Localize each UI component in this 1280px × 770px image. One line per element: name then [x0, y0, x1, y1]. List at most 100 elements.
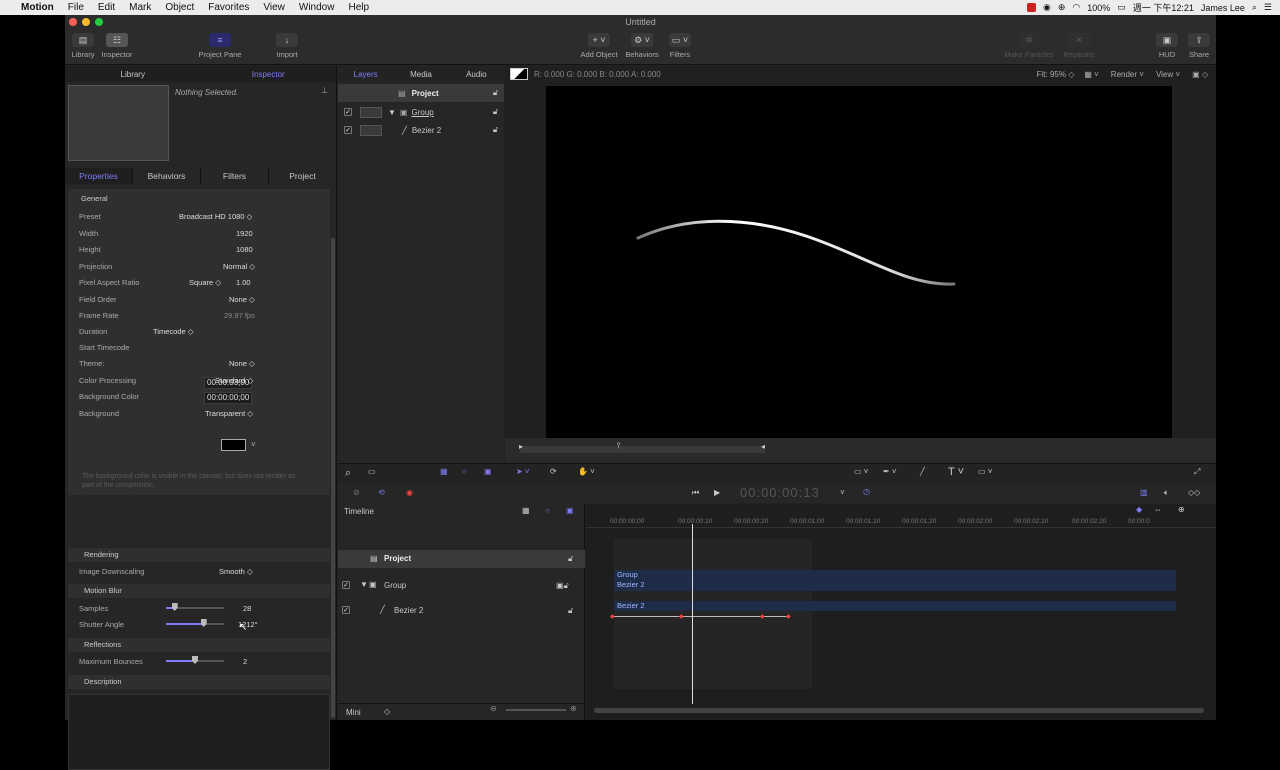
- menu-mark[interactable]: Mark: [122, 2, 158, 13]
- theme-popup[interactable]: None ◇: [229, 359, 255, 368]
- menu-view[interactable]: View: [256, 2, 292, 13]
- bezier-lock-icon[interactable]: 🔓︎: [568, 606, 573, 616]
- tab-media[interactable]: Media: [393, 70, 448, 79]
- zoom-out-icon[interactable]: ⊖: [490, 704, 497, 713]
- menu-file[interactable]: File: [61, 2, 91, 13]
- zoom-in-icon[interactable]: ⊕: [570, 704, 577, 713]
- timecode-display[interactable]: 00:00:00:13: [740, 485, 820, 500]
- search-icon[interactable]: ⌕: [345, 467, 351, 480]
- timeline-scrollbar[interactable]: [594, 708, 1204, 713]
- bezier-curve-shape[interactable]: [546, 86, 1172, 438]
- group-enable-checkbox[interactable]: ✓: [342, 581, 350, 589]
- tab-inspector[interactable]: Inspector: [201, 70, 337, 79]
- project-pane-button[interactable]: ≡ Project Pane: [195, 33, 245, 59]
- paint-stroke-tool-icon[interactable]: ╱: [920, 467, 925, 476]
- make-particles-button[interactable]: ✲ Make Particles: [1001, 33, 1057, 59]
- audio-icon[interactable]: 🔈︎: [1164, 488, 1169, 498]
- keyframe-editor-icon[interactable]: ◇◇: [1188, 488, 1200, 497]
- layer-row-project[interactable]: ▤ Project 🔓︎: [338, 84, 504, 102]
- pen-tool-icon[interactable]: ✒ ˅: [883, 467, 897, 476]
- audio-mute-icon[interactable]: ⊘: [353, 488, 360, 497]
- tab-behaviors[interactable]: Behaviors: [133, 168, 201, 184]
- duration-mode-popup[interactable]: Timecode ◇: [153, 327, 194, 336]
- menu-window[interactable]: Window: [292, 2, 342, 13]
- add-object-button[interactable]: + ˅ Add Object: [577, 33, 621, 59]
- shutter-slider[interactable]: [166, 619, 224, 627]
- view-size-stepper-icon[interactable]: ◇: [384, 707, 390, 716]
- library-button[interactable]: ▤ Library: [68, 33, 98, 59]
- color-swatch-icon[interactable]: [510, 68, 528, 80]
- loop-icon[interactable]: ⟲: [378, 488, 385, 497]
- mini-timeline[interactable]: ▸ ⫯ ◂: [505, 438, 1216, 463]
- layers-toggle-icon[interactable]: ▭: [368, 467, 376, 476]
- anchor-tool-icon[interactable]: ⟳: [550, 467, 557, 476]
- canvas[interactable]: [546, 86, 1172, 438]
- filter-icon[interactable]: ▦: [522, 506, 530, 515]
- select-tool-icon[interactable]: ➤ ˅: [516, 467, 530, 476]
- timeline-row-group[interactable]: ✓ ▼ ▣ Group ▣🔓︎: [338, 577, 585, 595]
- description-field[interactable]: [68, 694, 330, 770]
- bezier-lock-icon[interactable]: 🔓︎: [493, 125, 498, 135]
- render-menu[interactable]: Render ˅: [1111, 70, 1144, 79]
- mask-tool-icon[interactable]: ▭ ˅: [978, 467, 992, 476]
- bezier-visibility-checkbox[interactable]: ✓: [344, 126, 352, 134]
- shape-tool-icon[interactable]: ▭ ˅: [854, 467, 868, 476]
- disclosure-triangle-icon[interactable]: ▼: [388, 108, 396, 117]
- lock-icon[interactable]: 🔓︎: [493, 88, 498, 98]
- snap-icon[interactable]: ⇔: [1154, 505, 1162, 514]
- menu-favorites[interactable]: Favorites: [201, 2, 256, 13]
- import-button[interactable]: ↓ Import: [271, 33, 303, 59]
- bezier-enable-checkbox[interactable]: ✓: [342, 606, 350, 614]
- timeline-toggle-icon[interactable]: ▥: [1140, 488, 1148, 497]
- status-icon[interactable]: [1027, 3, 1036, 12]
- in-point-marker-icon[interactable]: ▸: [519, 442, 523, 451]
- timeline-row-bezier[interactable]: ✓ ╱ Bezier 2 🔓︎: [338, 602, 585, 620]
- timeline-row-project[interactable]: ▤ Project 🔓︎: [338, 550, 585, 568]
- disclosure-triangle-icon[interactable]: ▼: [360, 580, 368, 589]
- bounces-value[interactable]: 2: [243, 657, 247, 666]
- record-icon[interactable]: ◉: [406, 488, 413, 497]
- view-menu[interactable]: View ˅: [1156, 70, 1180, 79]
- share-button[interactable]: ⇪ Share: [1185, 33, 1213, 59]
- playhead-icon[interactable]: ⫯: [617, 441, 620, 451]
- replicate-button[interactable]: ✕ Replicate: [1059, 33, 1099, 59]
- behaviors-button[interactable]: ⚙ ˅ Behaviors: [623, 33, 661, 59]
- keyframe-marker-icon[interactable]: ◆: [760, 613, 765, 620]
- menu-object[interactable]: Object: [158, 2, 201, 13]
- hud-button[interactable]: ▣ HUD: [1153, 33, 1181, 59]
- spotlight-icon[interactable]: ⌕: [1252, 2, 1257, 13]
- pan-tool-icon[interactable]: ✋ ˅: [578, 467, 595, 476]
- bg-color-well[interactable]: [221, 439, 246, 451]
- color-processing-popup[interactable]: Standard ◇: [215, 376, 253, 385]
- par-mode-popup[interactable]: Square ◇: [189, 278, 221, 287]
- wifi-icon[interactable]: ◠: [1072, 2, 1080, 13]
- text-tool-icon[interactable]: T ˅: [948, 466, 964, 478]
- inspector-scrollbar[interactable]: [331, 238, 335, 718]
- mask-show-icon[interactable]: ▣: [566, 506, 574, 515]
- zoom-icon[interactable]: ⊕: [1178, 505, 1185, 514]
- menu-edit[interactable]: Edit: [91, 2, 122, 13]
- expand-icon[interactable]: ⤢: [1194, 467, 1200, 477]
- fit-zoom-popup[interactable]: Fit: 95% ◇: [1037, 70, 1075, 79]
- tab-project[interactable]: Project: [269, 168, 337, 184]
- layer-row-bezier[interactable]: ✓ ╱ Bezier 2 🔓︎: [338, 121, 504, 139]
- chevron-down-icon[interactable]: ˅: [251, 440, 256, 449]
- field-order-popup[interactable]: None ◇: [229, 295, 255, 304]
- tab-filters[interactable]: Filters: [201, 168, 269, 184]
- app-menu[interactable]: Motion: [14, 2, 61, 13]
- inspector-button[interactable]: ☷ Inspector: [99, 33, 135, 59]
- keyframe-nav-icon[interactable]: ◆: [1136, 505, 1142, 514]
- bounces-slider[interactable]: [166, 656, 224, 664]
- keyframe-marker-icon[interactable]: ◆: [679, 613, 684, 620]
- projection-popup[interactable]: Normal ◇: [223, 262, 255, 271]
- keyframe-marker-icon[interactable]: ◆: [786, 613, 791, 620]
- width-value[interactable]: 1920: [236, 229, 253, 238]
- par-value[interactable]: 1.00: [236, 278, 251, 287]
- lock-icon[interactable]: 🔓︎: [568, 554, 573, 564]
- tab-properties[interactable]: Properties: [65, 168, 133, 184]
- channels-icon[interactable]: ▦ ˅: [1084, 70, 1098, 79]
- timecode-menu-icon[interactable]: ˅: [840, 488, 845, 497]
- filter-effects-icon[interactable]: ▦: [440, 467, 448, 476]
- view-size-popup[interactable]: Mini: [346, 708, 361, 717]
- background-popup[interactable]: Transparent ◇: [205, 409, 253, 418]
